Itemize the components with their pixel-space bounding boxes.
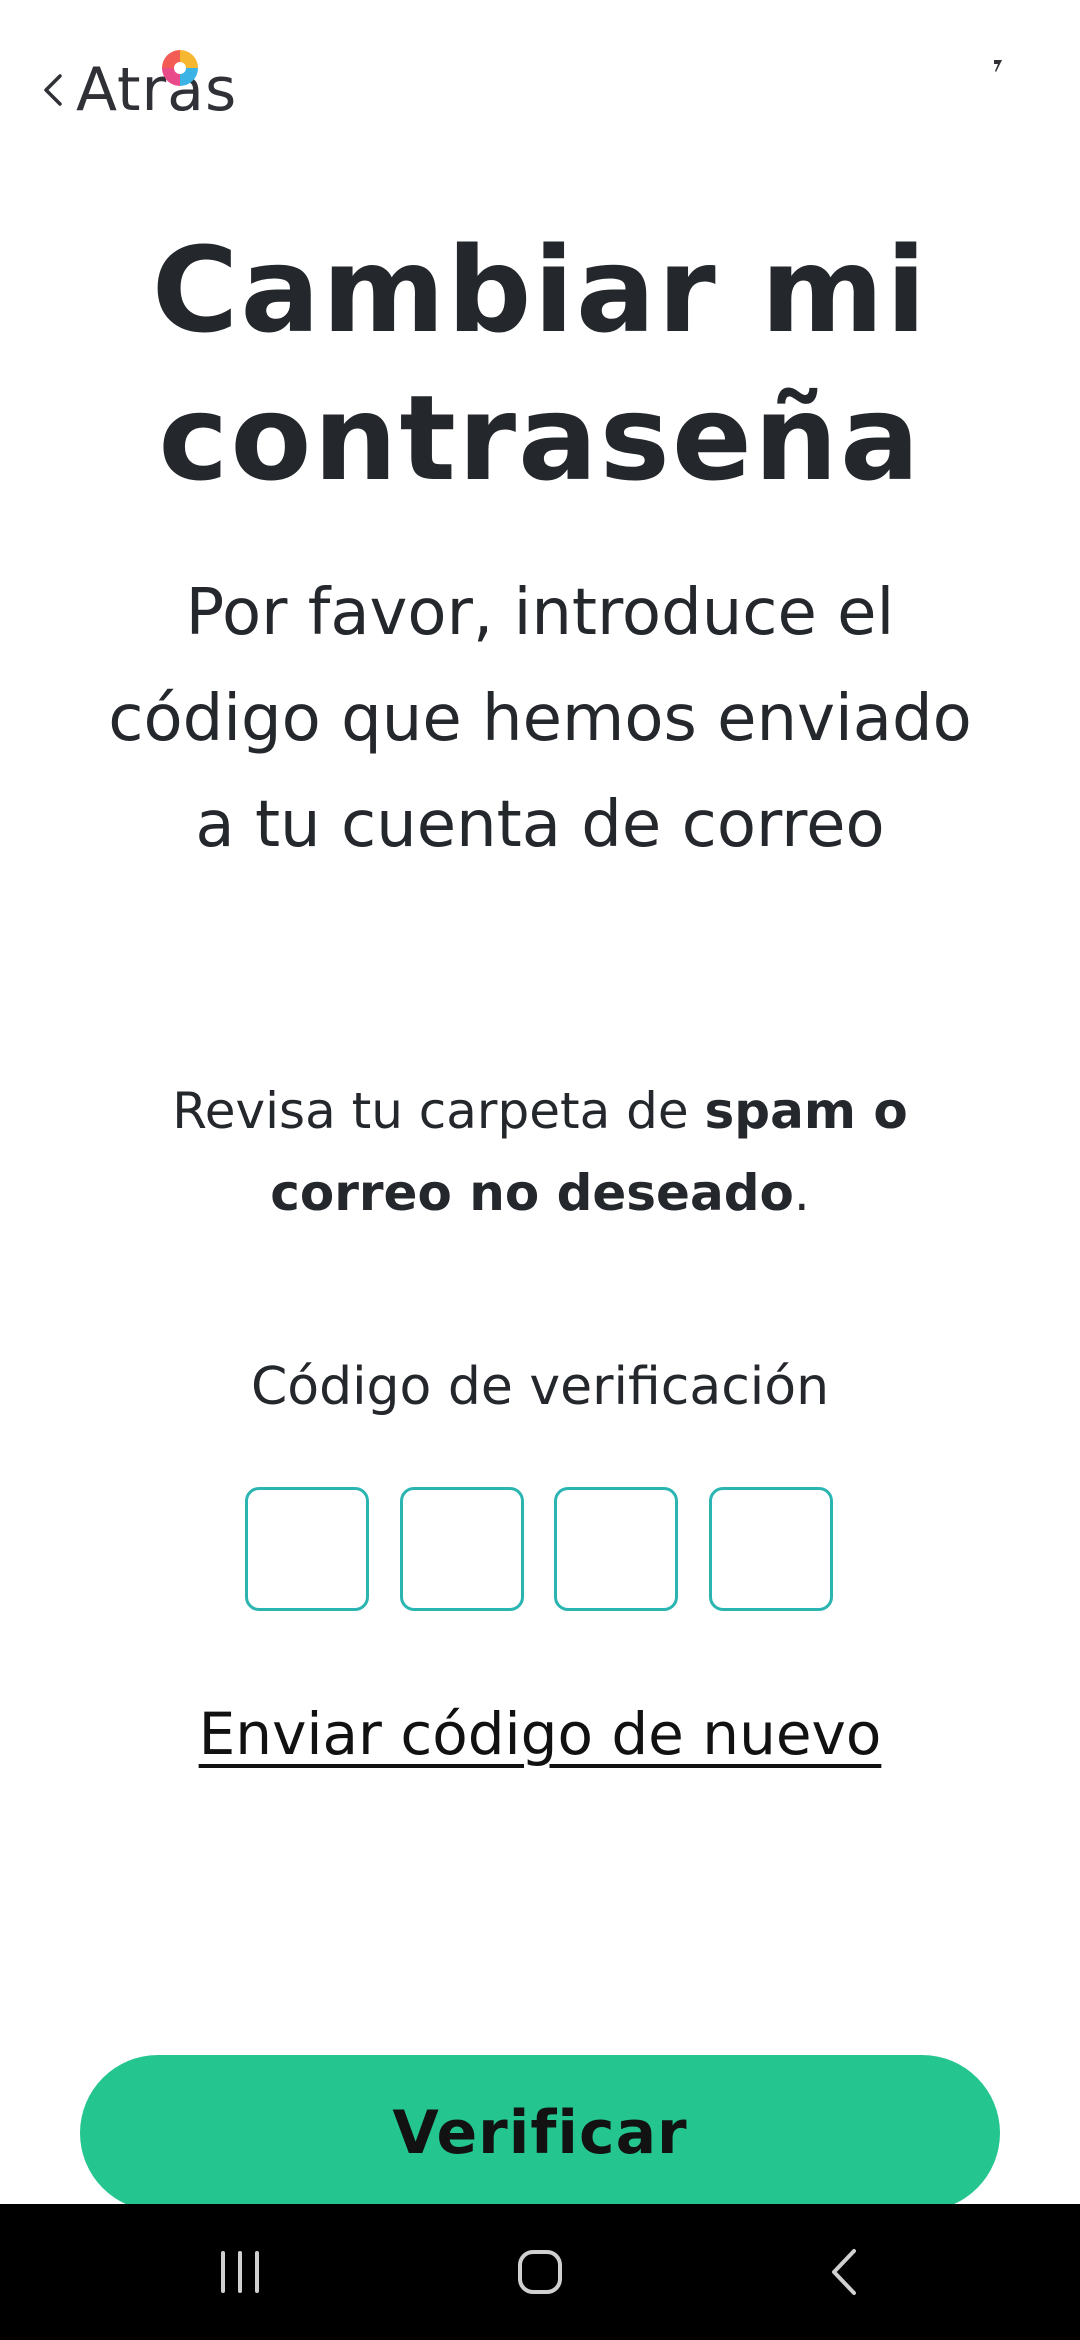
recents-icon bbox=[221, 2251, 259, 2293]
pinwheel-logo-icon bbox=[162, 50, 198, 86]
code-digit-2[interactable] bbox=[400, 1487, 524, 1611]
instructions-text: Por favor, introduce el código que hemos… bbox=[108, 576, 972, 862]
status-indicator-icon bbox=[994, 60, 1002, 72]
app-logo: Atrás bbox=[76, 50, 238, 125]
page-title-line2: contraseña bbox=[158, 369, 922, 507]
code-digit-1[interactable] bbox=[245, 1487, 369, 1611]
back-button[interactable]: Atrás bbox=[36, 50, 237, 130]
system-navigation-bar bbox=[0, 2204, 1080, 2340]
page-title-line1: Cambiar mi bbox=[151, 221, 929, 359]
back-icon bbox=[832, 2249, 856, 2295]
recents-button[interactable] bbox=[200, 2232, 280, 2312]
page-title: Cambiar mi contraseña bbox=[60, 216, 1020, 512]
chevron-left-icon bbox=[36, 70, 70, 110]
code-digit-3[interactable] bbox=[554, 1487, 678, 1611]
spam-note-prefix: Revisa tu carpeta de bbox=[172, 1082, 705, 1140]
spam-note-suffix: . bbox=[793, 1164, 810, 1222]
resend-code-link[interactable]: Enviar código de nuevo bbox=[0, 1694, 1080, 1774]
back-label: Atrás bbox=[76, 55, 238, 125]
change-password-screen: Atrás Cambiar mi contraseña Por favor, i… bbox=[0, 0, 1080, 2204]
code-digit-4[interactable] bbox=[709, 1487, 833, 1611]
spam-note: Revisa tu carpeta de spam o correo no de… bbox=[100, 1070, 980, 1234]
verify-button[interactable]: Verificar bbox=[80, 2055, 1000, 2204]
back-nav-button[interactable] bbox=[804, 2232, 884, 2312]
home-button[interactable] bbox=[500, 2232, 580, 2312]
home-icon bbox=[518, 2250, 562, 2294]
verification-code-input bbox=[245, 1487, 835, 1611]
verification-code-label: Código de verificación bbox=[250, 1357, 830, 1417]
